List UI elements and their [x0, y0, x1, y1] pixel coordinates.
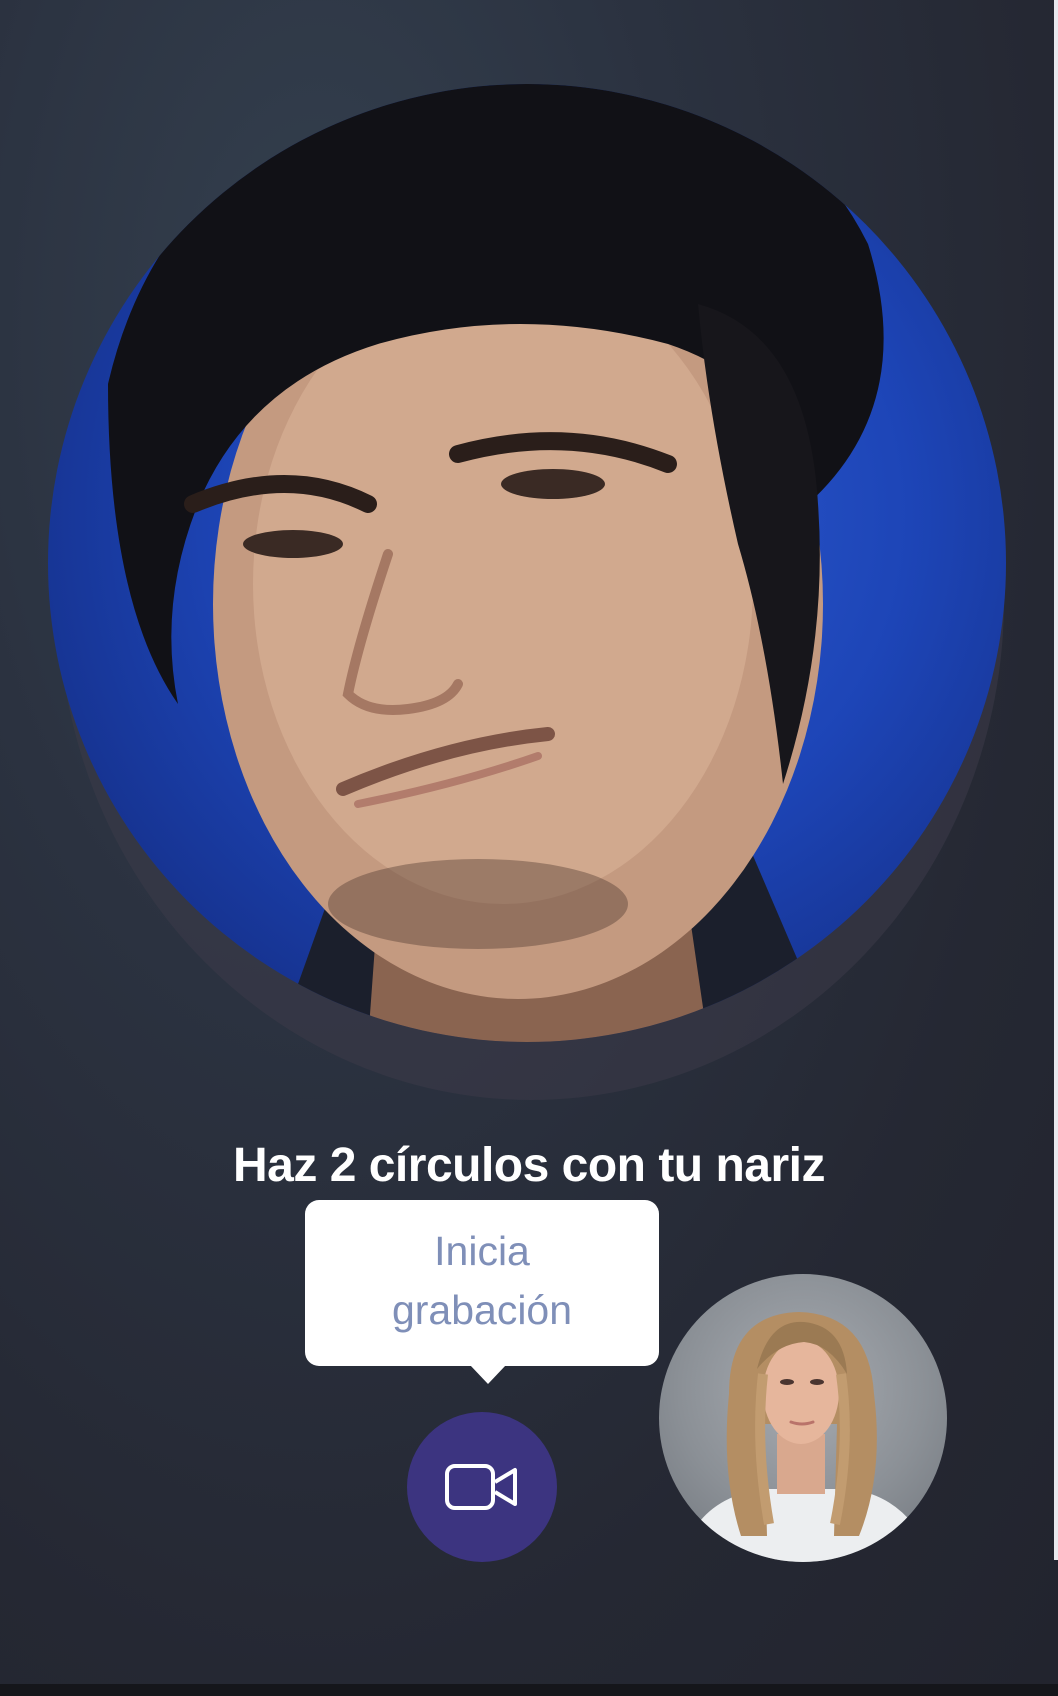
guide-person-image	[679, 1312, 934, 1562]
start-recording-tooltip: Inicia grabación	[305, 1200, 659, 1384]
camera-preview	[48, 84, 1006, 1042]
video-camera-icon	[445, 1464, 517, 1510]
instruction-text: Haz 2 círculos con tu nariz	[233, 1139, 825, 1192]
face-recording-screen: Haz 2 círculos con tu nariz Inicia graba…	[0, 0, 1058, 1696]
tooltip-line-2: grabación	[391, 1287, 573, 1333]
start-recording-button[interactable]	[407, 1412, 557, 1562]
user-face-image	[108, 84, 884, 1042]
guide-example-video	[659, 1274, 947, 1562]
window-edge	[1054, 0, 1058, 1560]
tooltip-line-1: Inicia	[434, 1228, 530, 1274]
bottom-bar	[0, 1684, 1058, 1696]
